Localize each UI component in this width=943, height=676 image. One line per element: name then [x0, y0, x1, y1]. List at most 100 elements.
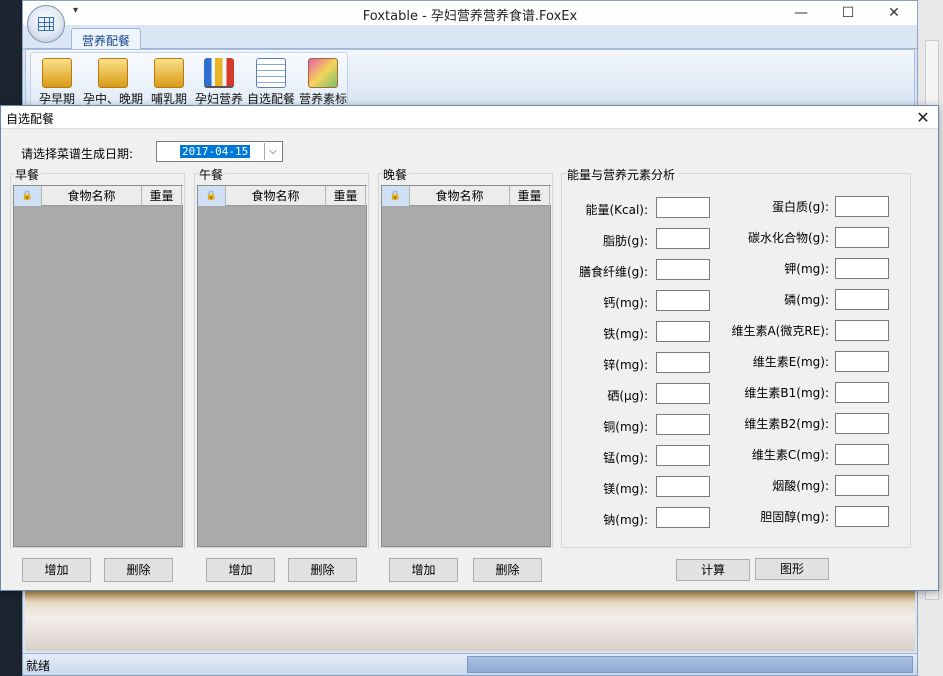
lunch-title: 午餐	[199, 166, 226, 183]
dinner-add-button[interactable]: 增加	[389, 558, 458, 582]
nutrient-value-field[interactable]	[835, 475, 889, 496]
breakfast-grid[interactable]: 🔒 食物名称 重量	[13, 185, 183, 547]
nutrient-value-field[interactable]	[656, 259, 710, 280]
nutrient-label: 维生素B2(mg):	[744, 417, 829, 431]
column-header-weight[interactable]: 重量	[326, 186, 366, 206]
gift-star-icon	[308, 58, 338, 88]
nutrient-value-field[interactable]	[656, 445, 710, 466]
nutrient-label: 维生素C(mg):	[751, 448, 829, 462]
nutrient-value-field[interactable]	[656, 383, 710, 404]
nutrient-label: 锌(mg):	[603, 358, 648, 372]
nutrient-label: 膳食纤维(g):	[578, 265, 648, 279]
status-text: 就绪	[26, 659, 51, 673]
nutrient-label: 硒(μg):	[607, 389, 648, 403]
lock-icon[interactable]: 🔒	[14, 186, 42, 206]
date-value[interactable]: 2017-04-15	[180, 145, 251, 158]
nutrient-value-field[interactable]	[656, 476, 710, 497]
custom-meal-button[interactable]: 自选配餐	[245, 55, 297, 107]
breakfast-add-button[interactable]: 增加	[22, 558, 91, 582]
lunch-delete-button[interactable]: 删除	[288, 558, 357, 582]
early-pregnancy-button[interactable]: 孕早期	[31, 55, 83, 107]
nutrient-value-field[interactable]	[656, 507, 710, 528]
table-star-icon	[256, 58, 286, 88]
folder-stack-icon	[154, 58, 184, 88]
lactation-button[interactable]: 哺乳期	[143, 55, 195, 107]
title-bar: ▾ Foxtable - 孕妇营养营养食谱.FoxEx — ☐ ✕	[23, 1, 917, 25]
tab-nutrition-meal[interactable]: 营养配餐	[71, 28, 142, 50]
lock-icon[interactable]: 🔒	[198, 186, 226, 206]
nutrient-value-field[interactable]	[835, 258, 889, 279]
lunch-add-button[interactable]: 增加	[206, 558, 275, 582]
minimize-button[interactable]: —	[778, 1, 824, 25]
nutrient-label: 铁(mg):	[603, 327, 648, 341]
nutrient-value-field[interactable]	[835, 506, 889, 527]
column-header-food-name[interactable]: 食物名称	[226, 186, 326, 206]
date-picker[interactable]: 2017-04-15 ⌵	[156, 141, 283, 162]
nutrient-value-field[interactable]	[835, 351, 889, 372]
grid-header: 🔒 食物名称 重量	[382, 186, 551, 206]
nutrient-label: 胆固醇(mg):	[760, 510, 829, 524]
breakfast-delete-button[interactable]: 删除	[104, 558, 173, 582]
maximize-button[interactable]: ☐	[825, 1, 871, 25]
nutrient-value-field[interactable]	[835, 413, 889, 434]
nutrient-value-field[interactable]	[656, 352, 710, 373]
nutrition-analysis-title: 能量与营养元素分析	[567, 166, 679, 183]
lock-icon[interactable]: 🔒	[382, 186, 410, 206]
chart-button[interactable]: 图形	[755, 558, 829, 580]
ribbon-panel: 孕早期 孕中、晚期 哺乳期 孕妇营养 自选配餐 营养素标	[25, 49, 915, 109]
nutrient-label: 烟酸(mg):	[772, 479, 829, 493]
nutrient-label: 维生素A(微克RE):	[731, 324, 829, 338]
mid-late-pregnancy-button[interactable]: 孕中、晚期	[83, 55, 143, 107]
lunch-grid[interactable]: 🔒 食物名称 重量	[197, 185, 367, 547]
bar-chart-icon	[204, 58, 234, 88]
pregnancy-nutrition-button[interactable]: 孕妇营养	[193, 55, 245, 107]
date-label: 请选择菜谱生成日期:	[21, 147, 134, 161]
nutrient-label: 钙(mg):	[603, 296, 648, 310]
nutrient-label: 钾(mg):	[784, 262, 829, 276]
grid-header: 🔒 食物名称 重量	[198, 186, 367, 206]
dinner-group: 晚餐 🔒 食物名称 重量	[378, 166, 553, 548]
chevron-down-icon[interactable]: ⌵	[264, 143, 281, 160]
dinner-grid[interactable]: 🔒 食物名称 重量	[381, 185, 551, 547]
nutrient-value-field[interactable]	[656, 321, 710, 342]
calculate-button[interactable]: 计算	[676, 559, 750, 581]
nutrient-value-field[interactable]	[835, 227, 889, 248]
breakfast-group: 早餐 🔒 食物名称 重量	[10, 166, 185, 548]
nutrient-value-field[interactable]	[656, 290, 710, 311]
nutrient-label: 铜(mg):	[603, 420, 648, 434]
status-bar: 就绪	[23, 653, 917, 675]
nutrient-value-field[interactable]	[835, 320, 889, 341]
grid-header: 🔒 食物名称 重量	[14, 186, 183, 206]
nutrient-value-field[interactable]	[835, 196, 889, 217]
dialog-title-bar: 自选配餐 ✕	[1, 106, 938, 129]
dinner-title: 晚餐	[383, 166, 410, 183]
nutrient-label: 脂肪(g):	[602, 234, 648, 248]
nutrient-label: 钠(mg):	[603, 513, 648, 527]
nutrition-analysis-group: 能量与营养元素分析 能量(Kcal): 脂肪(g): 膳食纤维(g): 钙(mg): 铁…	[561, 166, 913, 548]
column-header-food-name[interactable]: 食物名称	[410, 186, 510, 206]
lunch-group: 午餐 🔒 食物名称 重量	[194, 166, 369, 548]
dinner-delete-button[interactable]: 删除	[473, 558, 542, 582]
close-button[interactable]: ✕	[871, 1, 917, 25]
nutrient-value-field[interactable]	[835, 289, 889, 310]
nutrient-value-field[interactable]	[656, 414, 710, 435]
breakfast-title: 早餐	[15, 166, 42, 183]
ribbon-group: 孕早期 孕中、晚期 哺乳期 孕妇营养 自选配餐 营养素标	[30, 52, 348, 106]
nutrient-standard-button[interactable]: 营养素标	[297, 55, 349, 107]
nutrient-value-field[interactable]	[656, 197, 710, 218]
nutrient-label: 镁(mg):	[603, 482, 648, 496]
application-menu-button[interactable]	[27, 5, 65, 43]
nutrient-value-field[interactable]	[656, 228, 710, 249]
workspace-background	[25, 591, 915, 651]
column-header-food-name[interactable]: 食物名称	[42, 186, 142, 206]
dialog-title: 自选配餐	[6, 112, 55, 126]
nutrient-label: 维生素E(mg):	[752, 355, 829, 369]
custom-meal-dialog: 自选配餐 ✕ 请选择菜谱生成日期: 2017-04-15 ⌵ 早餐 🔒 食物名称…	[0, 105, 939, 591]
column-header-weight[interactable]: 重量	[510, 186, 550, 206]
folder-stack-icon	[98, 58, 128, 88]
nutrient-value-field[interactable]	[835, 444, 889, 465]
dialog-close-button[interactable]: ✕	[908, 106, 938, 129]
nutrient-label: 碳水化合物(g):	[747, 231, 829, 245]
nutrient-value-field[interactable]	[835, 382, 889, 403]
column-header-weight[interactable]: 重量	[142, 186, 182, 206]
